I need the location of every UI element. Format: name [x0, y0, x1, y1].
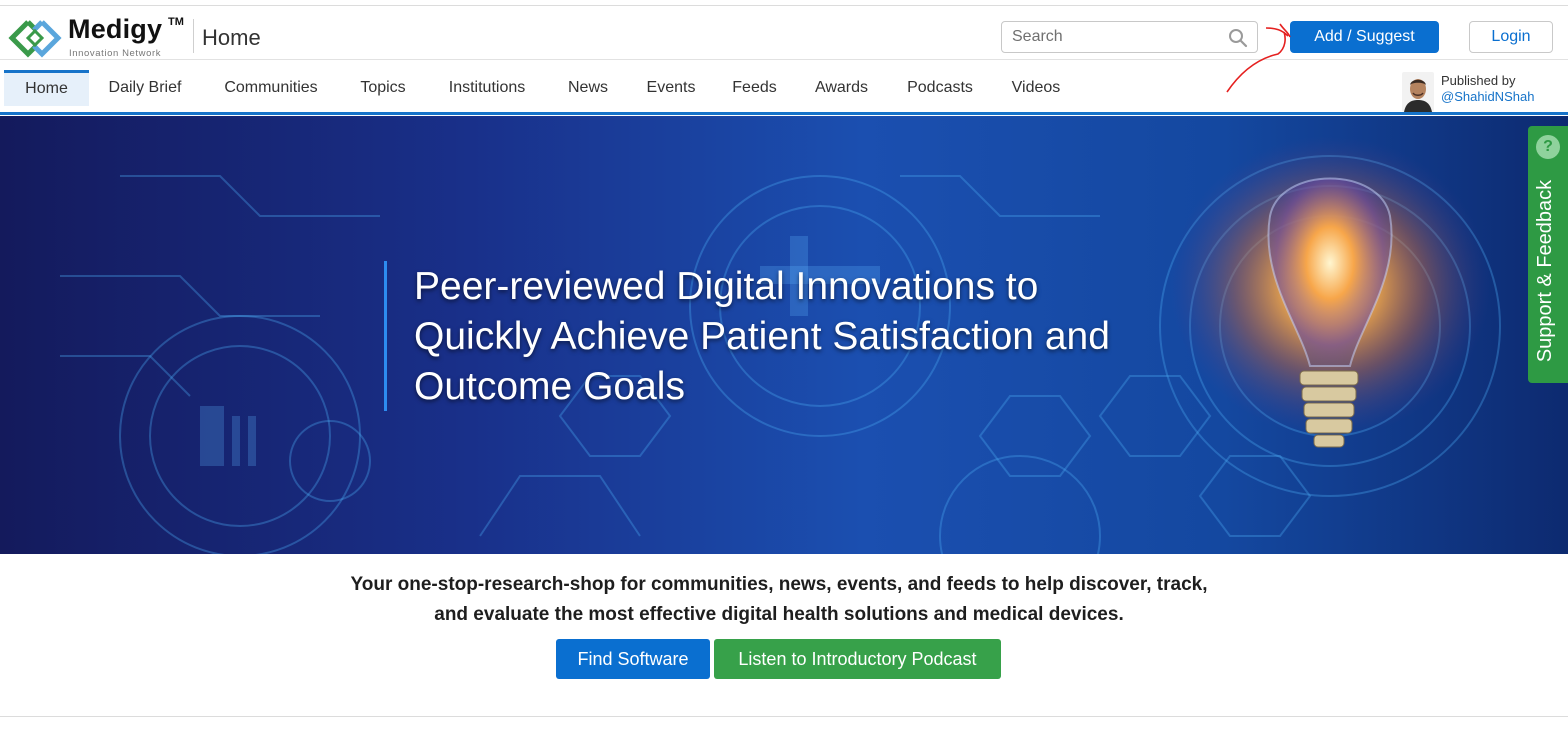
- listen-podcast-button[interactable]: Listen to Introductory Podcast: [714, 639, 1001, 679]
- tagline-line-2: and evaluate the most effective digital …: [434, 604, 1124, 625]
- search-input[interactable]: [1012, 27, 1222, 47]
- nav-news[interactable]: News: [558, 70, 618, 106]
- logo-divider: [193, 19, 194, 53]
- published-by-label: Published by: [1441, 73, 1516, 88]
- medigy-logo[interactable]: Medigy TM Innovation Network: [8, 13, 188, 61]
- page-title: Home: [202, 25, 261, 50]
- logo-trademark: TM: [168, 16, 184, 28]
- main-nav: Home Daily Brief Communities Topics Inst…: [0, 70, 1568, 114]
- top-header: Medigy TM Innovation Network Home Add / …: [0, 6, 1568, 60]
- nav-daily-brief[interactable]: Daily Brief: [96, 70, 194, 106]
- publisher-avatar[interactable]: [1402, 72, 1434, 112]
- hero-banner: Peer-reviewed Digital Innovations to Qui…: [0, 116, 1568, 554]
- nav-podcasts[interactable]: Podcasts: [897, 70, 983, 106]
- hero-headline: Peer-reviewed Digital Innovations to Qui…: [414, 262, 1214, 412]
- support-feedback-tab[interactable]: ? Support & Feedback: [1528, 126, 1568, 383]
- publisher-handle-link[interactable]: @ShahidNShah: [1441, 89, 1534, 104]
- find-software-button[interactable]: Find Software: [556, 639, 710, 679]
- hero-accent-bar: [384, 261, 387, 411]
- nav-institutions[interactable]: Institutions: [434, 70, 540, 106]
- hero-headline-line-3: Outcome Goals: [414, 365, 685, 408]
- nav-communities[interactable]: Communities: [210, 70, 332, 106]
- medigy-logo-icon: [8, 20, 62, 58]
- help-icon: ?: [1536, 135, 1560, 159]
- nav-home[interactable]: Home: [4, 70, 89, 106]
- nav-topics[interactable]: Topics: [349, 70, 417, 106]
- support-feedback-label: Support & Feedback: [1534, 179, 1556, 363]
- publisher-info: Published by @ShahidNShah: [1402, 72, 1562, 112]
- nav-underline: [0, 112, 1568, 115]
- tagline-line-1: Your one-stop-research-shop for communit…: [350, 574, 1208, 595]
- add-suggest-button[interactable]: Add / Suggest: [1290, 21, 1439, 53]
- logo-subtitle: Innovation Network: [69, 48, 162, 59]
- hero-headline-line-1: Peer-reviewed Digital Innovations to: [414, 265, 1039, 308]
- logo-name: Medigy: [68, 14, 163, 44]
- hero-headline-line-2: Quickly Achieve Patient Satisfaction and: [414, 315, 1110, 358]
- nav-events[interactable]: Events: [636, 70, 706, 106]
- nav-awards[interactable]: Awards: [804, 70, 879, 106]
- nav-feeds[interactable]: Feeds: [723, 70, 786, 106]
- nav-videos[interactable]: Videos: [1001, 70, 1071, 106]
- tagline: Your one-stop-research-shop for communit…: [250, 570, 1308, 630]
- login-button[interactable]: Login: [1469, 21, 1553, 53]
